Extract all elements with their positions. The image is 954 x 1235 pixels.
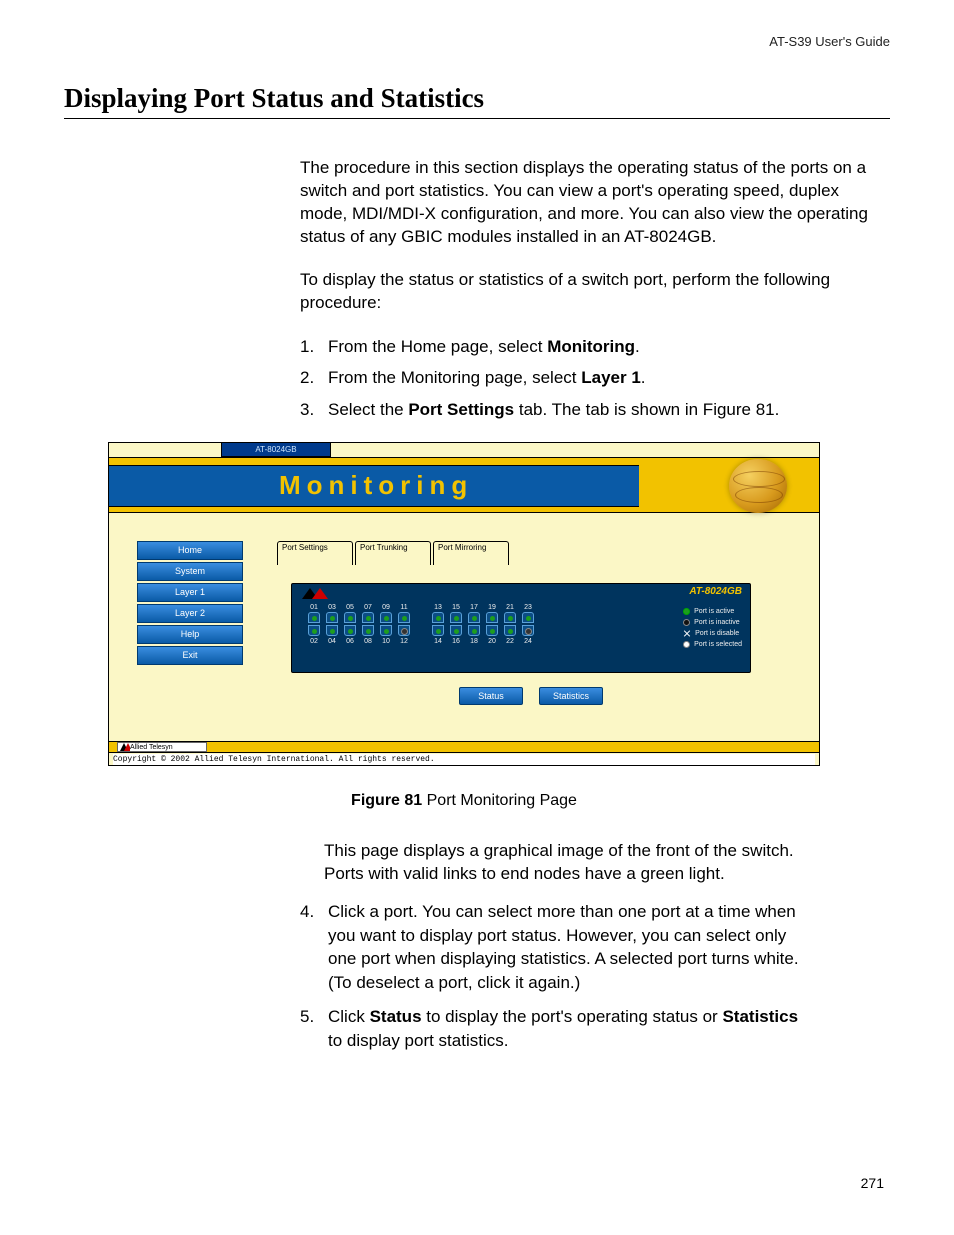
port-row-bottom: [308, 625, 534, 636]
port-04[interactable]: [326, 625, 338, 636]
port-11[interactable]: [398, 612, 410, 623]
port-09[interactable]: [380, 612, 392, 623]
nav-layer1[interactable]: Layer 1: [137, 583, 243, 602]
statistics-button[interactable]: Statistics: [539, 687, 603, 705]
port-legend: Port is active Port is inactive Port is …: [683, 606, 742, 650]
port-14[interactable]: [432, 625, 444, 636]
page-title: Monitoring: [279, 470, 473, 501]
tab-port-settings[interactable]: Port Settings: [277, 541, 353, 565]
intro-paragraph: The procedure in this section displays t…: [300, 157, 880, 249]
brand-logo-icon: [302, 588, 328, 599]
step-1-bold: Monitoring: [547, 337, 635, 356]
figure-caption: Figure 81 Port Monitoring Page: [108, 792, 820, 810]
running-head: AT-S39 User's Guide: [64, 34, 890, 49]
nav-exit[interactable]: Exit: [137, 646, 243, 665]
step-4: 4. Click a port. You can select more tha…: [300, 900, 816, 995]
page-banner: Monitoring: [109, 457, 819, 513]
tab-row: Port Settings Port Trunking Port Mirrori…: [277, 541, 509, 565]
section-title: Displaying Port Status and Statistics: [64, 83, 890, 119]
nav-help[interactable]: Help: [137, 625, 243, 644]
port-20[interactable]: [486, 625, 498, 636]
port-16[interactable]: [450, 625, 462, 636]
legend-selected-icon: [683, 641, 690, 648]
port-24[interactable]: [522, 625, 534, 636]
port-15[interactable]: [450, 612, 462, 623]
step-2-bold: Layer 1: [581, 368, 641, 387]
step-1: From the Home page, select Monitoring.: [300, 335, 880, 359]
tab-port-trunking[interactable]: Port Trunking: [355, 541, 431, 565]
nav-system[interactable]: System: [137, 562, 243, 581]
page-number: 271: [861, 1175, 884, 1191]
sidebar-nav: Home System Layer 1 Layer 2 Help Exit: [137, 541, 243, 667]
port-12[interactable]: [398, 625, 410, 636]
switch-front-panel: AT-8024GB 010305070911131517192123 02040…: [291, 583, 751, 673]
footer-bar: [109, 741, 819, 753]
tab-port-mirroring[interactable]: Port Mirroring: [433, 541, 509, 565]
port-numbers-top: 010305070911131517192123: [308, 604, 534, 611]
port-10[interactable]: [380, 625, 392, 636]
port-17[interactable]: [468, 612, 480, 623]
lead-in-paragraph: To display the status or statistics of a…: [300, 269, 880, 315]
port-row-top: [308, 612, 534, 623]
copyright-text: Copyright © 2002 Allied Telesyn Internat…: [113, 754, 815, 765]
port-21[interactable]: [504, 612, 516, 623]
step-2: From the Monitoring page, select Layer 1…: [300, 366, 880, 390]
port-grid: 010305070911131517192123 020406081012141…: [308, 604, 534, 646]
legend-active-icon: [683, 608, 690, 615]
procedure-steps-top: From the Home page, select Monitoring. F…: [300, 335, 880, 422]
step-3-bold: Port Settings: [408, 400, 514, 419]
legend-inactive-icon: [683, 619, 690, 626]
port-numbers-bottom: 020406081012141618202224: [308, 638, 534, 645]
port-06[interactable]: [344, 625, 356, 636]
port-13[interactable]: [432, 612, 444, 623]
port-03[interactable]: [326, 612, 338, 623]
step-5: 5. Click Status to display the port's op…: [300, 1005, 816, 1053]
port-23[interactable]: [522, 612, 534, 623]
figure-81: AT-8024GB Monitoring Home System Layer 1…: [108, 442, 820, 766]
port-22[interactable]: [504, 625, 516, 636]
port-07[interactable]: [362, 612, 374, 623]
footer-logo: Allied Telesyn: [117, 742, 207, 752]
legend-disable-icon: [683, 630, 691, 638]
nav-home[interactable]: Home: [137, 541, 243, 560]
device-model-tab: AT-8024GB: [221, 443, 331, 457]
port-01[interactable]: [308, 612, 320, 623]
port-02[interactable]: [308, 625, 320, 636]
procedure-steps-bottom: 4. Click a port. You can select more tha…: [300, 900, 816, 1053]
port-19[interactable]: [486, 612, 498, 623]
port-18[interactable]: [468, 625, 480, 636]
globe-icon: [729, 459, 787, 513]
step-3: Select the Port Settings tab. The tab is…: [300, 398, 880, 422]
port-08[interactable]: [362, 625, 374, 636]
port-05[interactable]: [344, 612, 356, 623]
switch-model-label: AT-8024GB: [689, 586, 742, 597]
nav-layer2[interactable]: Layer 2: [137, 604, 243, 623]
after-figure-paragraph: This page displays a graphical image of …: [324, 840, 816, 886]
status-button[interactable]: Status: [459, 687, 523, 705]
